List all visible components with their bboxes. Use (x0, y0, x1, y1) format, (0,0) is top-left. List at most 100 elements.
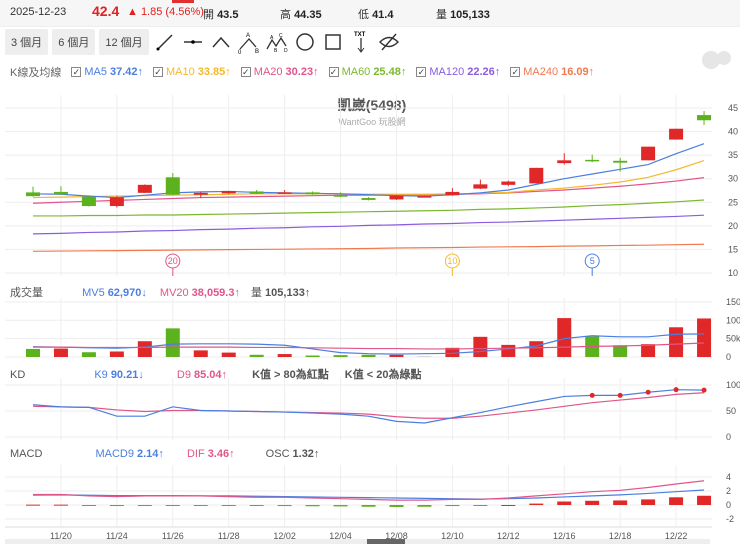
candle-body (361, 198, 376, 200)
volume-bar (277, 354, 292, 357)
kd-tick: 0 (726, 432, 731, 442)
volume-bar (193, 350, 208, 357)
k-over-80-dot (701, 387, 707, 393)
candle-body (137, 184, 152, 193)
volume-bar (389, 354, 404, 357)
candle-body (53, 191, 68, 195)
osc-bar (557, 501, 572, 505)
ma120-line (32, 214, 705, 235)
osc-bar (137, 505, 152, 506)
osc-bar (305, 505, 320, 507)
volume-bar (501, 344, 516, 357)
price-tick: 30 (728, 174, 738, 184)
volume-bar (305, 355, 320, 357)
k-over-80-dot (673, 387, 679, 393)
candle-body (81, 196, 96, 207)
candle-body (641, 146, 656, 161)
osc-bar (697, 495, 712, 505)
k9-line (32, 389, 705, 424)
volume-bar (473, 336, 488, 357)
price-tick: 25 (728, 197, 738, 207)
osc-bar (165, 505, 180, 506)
volume-tick: 0 (726, 352, 731, 362)
k-over-80-dot (645, 389, 651, 395)
candle-body (417, 196, 432, 198)
candle-body (557, 160, 572, 164)
candle-body (193, 192, 208, 195)
k-over-80-dot (589, 392, 595, 398)
candle-body (697, 115, 712, 121)
price-tick: 20 (728, 221, 738, 231)
scrollbar-track[interactable] (5, 539, 710, 544)
osc-bar (389, 505, 404, 507)
volume-bar (529, 341, 544, 357)
price-tick: 45 (728, 103, 738, 113)
macd-tick: 2 (726, 486, 731, 496)
stock-chart[interactable]: 凱崴(5498) WantGoo 玩股網 4540353025201510150… (0, 0, 740, 544)
kd-tick: 50 (726, 406, 736, 416)
candle-body (305, 192, 320, 195)
osc-bar (333, 505, 348, 507)
volume-bar (641, 344, 656, 357)
candle-body (333, 195, 348, 197)
volume-bar (109, 351, 124, 357)
osc-bar (221, 505, 236, 506)
volume-bar (361, 354, 376, 357)
event-marker-label: 5 (590, 256, 595, 266)
event-marker-label: 10 (447, 256, 457, 266)
osc-bar (529, 503, 544, 505)
osc-bar (361, 505, 376, 507)
volume-bar (137, 341, 152, 357)
candle-body (389, 195, 404, 200)
volume-tick: 100k (726, 315, 740, 325)
volume-bar (669, 327, 684, 357)
volume-bar (417, 356, 432, 357)
osc-bar (417, 505, 432, 507)
volume-bar (26, 348, 40, 357)
candle-body (26, 192, 40, 197)
candle-body (585, 159, 600, 162)
candle-body (669, 128, 684, 140)
candle-body (501, 181, 516, 185)
osc-bar (669, 497, 684, 505)
osc-bar (613, 500, 628, 505)
candle-body (249, 191, 264, 194)
osc-bar (473, 505, 488, 506)
macd-tick: 0 (726, 500, 731, 510)
mv5-line (32, 333, 705, 355)
price-tick: 35 (728, 150, 738, 160)
macd-tick: -2 (726, 514, 734, 524)
volume-tick: 50k (726, 334, 740, 344)
osc-bar (249, 505, 264, 506)
candle-body (473, 184, 488, 189)
scrollbar-thumb[interactable] (367, 539, 405, 544)
osc-bar (109, 505, 124, 507)
volume-bar (165, 328, 180, 357)
candle-body (445, 191, 460, 196)
volume-bar (613, 345, 628, 357)
chart-title: 凱崴(5498) (338, 97, 406, 113)
volume-tick: 150k (726, 297, 740, 307)
price-tick: 10 (728, 268, 738, 278)
volume-bar (53, 348, 68, 357)
candle-body (277, 192, 292, 194)
price-tick: 40 (728, 127, 738, 137)
osc-bar (81, 505, 96, 506)
candle-body (109, 197, 124, 207)
volume-bar (249, 354, 264, 357)
mv20-line (33, 342, 705, 350)
osc-bar (641, 499, 656, 505)
ma5-line (32, 143, 705, 199)
osc-bar (53, 504, 68, 506)
osc-bar (277, 505, 292, 507)
volume-bar (333, 355, 348, 357)
k-over-80-dot (617, 392, 623, 398)
candle-body (613, 160, 628, 163)
ma240-line (32, 243, 705, 252)
volume-bar (81, 352, 96, 357)
d9-line (32, 392, 705, 419)
osc-bar (585, 500, 600, 505)
candle-body (221, 190, 236, 194)
osc-bar (193, 505, 208, 506)
osc-bar (445, 505, 460, 507)
